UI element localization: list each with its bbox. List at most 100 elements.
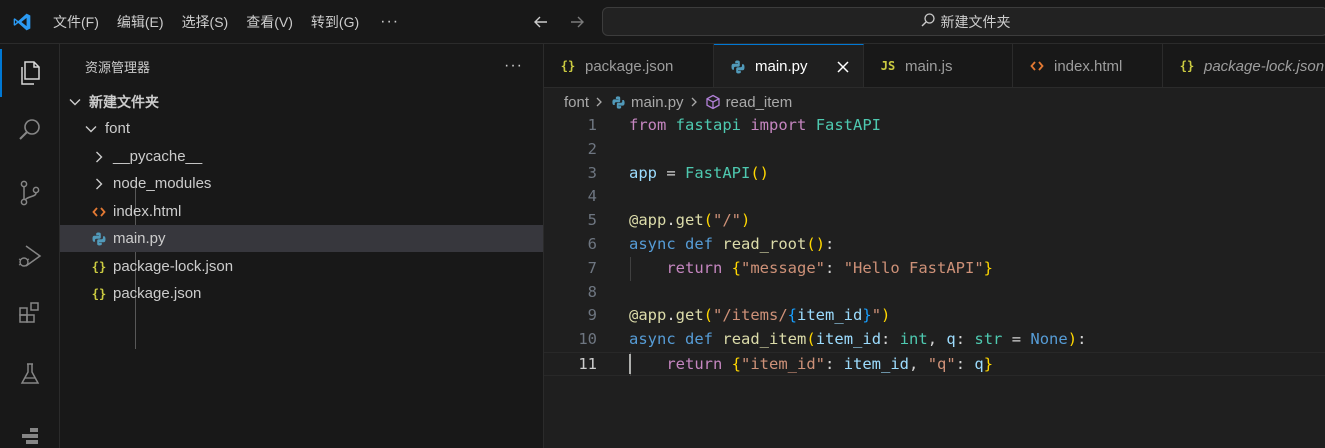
tab-package-lock-json[interactable]: {} package-lock.json <box>1163 44 1325 87</box>
code-line[interactable]: 8 <box>544 281 1325 305</box>
back-arrow-icon[interactable] <box>530 11 552 33</box>
tree-item-font[interactable]: font <box>60 115 543 142</box>
sidebar-header: 资源管理器 ··· <box>60 44 543 88</box>
code-token: { <box>731 258 742 277</box>
tab-index-html[interactable]: index.html <box>1013 44 1163 87</box>
html-file-icon <box>89 202 109 222</box>
code-line[interactable]: 11 return {"item_id": item_id, "q": q} <box>544 351 1325 376</box>
python-file-icon <box>729 59 747 75</box>
extensions-icon[interactable] <box>0 289 60 337</box>
code-line[interactable]: 2 <box>544 138 1325 162</box>
breadcrumb-item-symbol[interactable]: read_item <box>726 94 793 111</box>
tree-item-index-html[interactable]: index.html <box>60 198 543 225</box>
forward-arrow-icon[interactable] <box>566 11 588 33</box>
tab-label: package-lock.json <box>1204 57 1325 75</box>
menu-selection[interactable]: 选择(S) <box>173 0 238 44</box>
tree-item-root-folder[interactable]: 新建文件夹 <box>60 88 543 115</box>
explorer-icon[interactable] <box>0 49 60 97</box>
code-token: async <box>629 330 676 349</box>
code-token: : <box>1077 330 1087 349</box>
code-token: @app <box>629 306 667 325</box>
tab-label: main.py <box>755 58 808 75</box>
code-token: { <box>787 306 798 325</box>
code-line[interactable]: 9 @app.get("/items/{item_id}") <box>544 304 1325 328</box>
line-number: 5 <box>587 211 597 230</box>
code-token: q <box>946 330 956 349</box>
code-token: FastAPI <box>685 163 751 182</box>
menu-view[interactable]: 查看(V) <box>237 0 302 44</box>
code-line[interactable]: 7 return {"message": "Hello FastAPI"} <box>544 257 1325 281</box>
code-token: . <box>666 306 676 325</box>
code-token: = <box>657 163 685 182</box>
tree-item-label: main.py <box>113 230 166 247</box>
html-file-icon <box>1028 59 1046 73</box>
tree-item-pycache[interactable]: __pycache__ <box>60 143 543 170</box>
tab-main-py[interactable]: main.py <box>714 44 864 87</box>
tab-package-json[interactable]: {} package.json <box>544 44 714 87</box>
menu-edit[interactable]: 编辑(E) <box>108 0 173 44</box>
nav-arrows <box>530 0 588 44</box>
line-number: 2 <box>587 139 597 158</box>
code-token: ( <box>703 211 714 230</box>
code-editor[interactable]: 1 from fastapi import FastAPI 2 3 app = Fast… <box>544 114 1325 376</box>
line-number: 1 <box>587 116 597 134</box>
code-token: "message" <box>741 258 826 277</box>
chevron-right-icon <box>591 96 607 108</box>
code-token: "q" <box>927 354 956 373</box>
tree-item-package-lock-json[interactable]: {} package-lock.json <box>60 253 543 280</box>
tree-item-label: node_modules <box>113 175 212 192</box>
menu-go[interactable]: 转到(G) <box>302 0 368 44</box>
code-token: ) <box>881 306 891 325</box>
chevron-right-icon <box>89 174 109 194</box>
breadcrumb-item-file[interactable]: main.py <box>631 94 684 111</box>
line-number: 4 <box>587 187 597 206</box>
tree-item-node-modules[interactable]: node_modules <box>60 170 543 197</box>
code-line[interactable]: 4 <box>544 185 1325 209</box>
tree-item-main-py[interactable]: main.py <box>60 225 543 252</box>
code-text: @app.get("/") <box>629 209 750 233</box>
code-token: None <box>1030 330 1068 349</box>
code-token: : <box>825 258 844 277</box>
source-control-icon[interactable] <box>0 169 60 217</box>
sidebar-more-button[interactable]: ··· <box>504 57 523 75</box>
code-token: ) <box>741 211 751 230</box>
code-text: async def read_item(item_id: int, q: str… <box>629 328 1086 352</box>
remote-icon[interactable] <box>0 410 60 448</box>
menu-more-button[interactable]: ··· <box>368 13 411 31</box>
close-icon[interactable] <box>833 57 853 77</box>
code-token: get <box>675 306 704 325</box>
code-token: " <box>871 306 882 325</box>
code-token: "Hello FastAPI" <box>843 258 984 277</box>
code-line[interactable]: 1 from fastapi import FastAPI <box>544 114 1325 138</box>
code-token: return <box>666 258 723 277</box>
tree-item-package-json[interactable]: {} package.json <box>60 280 543 307</box>
code-token: int <box>899 330 928 349</box>
code-token: import <box>750 116 807 134</box>
tree-item-label: package-lock.json <box>113 258 234 275</box>
code-token: } <box>862 306 872 325</box>
breadcrumb-item-folder[interactable]: font <box>564 94 589 111</box>
menu-file[interactable]: 文件(F) <box>44 0 108 44</box>
run-debug-icon[interactable] <box>0 232 60 280</box>
breadcrumb: font main.py read_item <box>564 92 792 112</box>
code-token: def <box>685 330 714 349</box>
command-center-search[interactable]: 新建文件夹 <box>602 7 1325 36</box>
code-line[interactable]: 3 app = FastAPI() <box>544 162 1325 186</box>
code-text: from fastapi import FastAPI <box>629 114 881 138</box>
code-line[interactable]: 5 @app.get("/") <box>544 209 1325 233</box>
code-token: q <box>974 354 984 373</box>
code-line[interactable]: 6 async def read_root(): <box>544 233 1325 257</box>
code-token: FastAPI <box>815 116 882 134</box>
code-line[interactable]: 10 async def read_item(item_id: int, q: s… <box>544 328 1325 352</box>
vscode-logo-icon <box>0 0 44 44</box>
tab-main-js[interactable]: JS main.js <box>864 44 1013 87</box>
chevron-down-icon <box>81 119 101 139</box>
search-icon[interactable] <box>0 106 60 154</box>
testing-icon[interactable] <box>0 350 60 398</box>
code-token: . <box>666 211 676 230</box>
json-file-icon: {} <box>91 259 107 274</box>
